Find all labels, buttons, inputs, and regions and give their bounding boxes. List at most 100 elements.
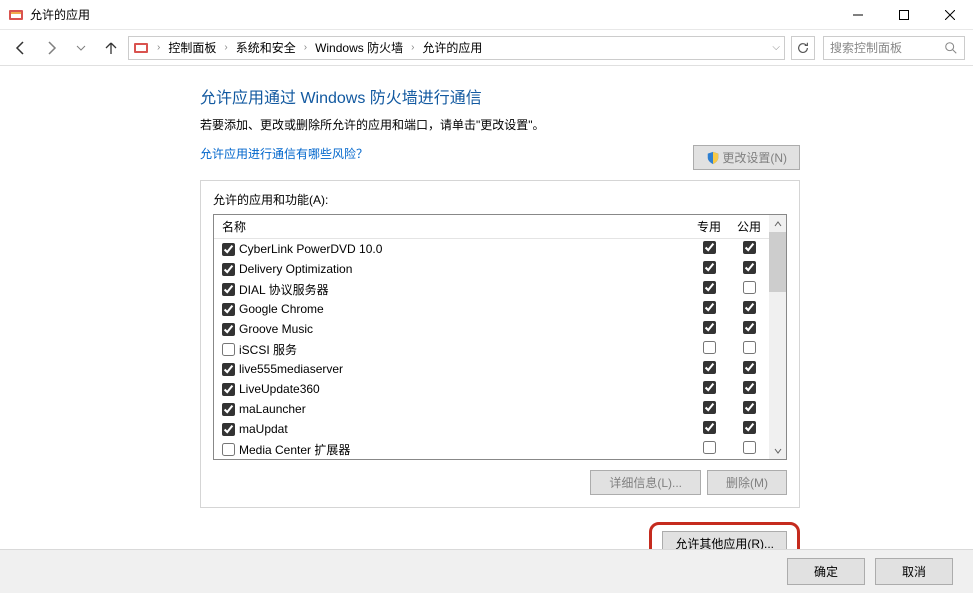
search-icon: [944, 41, 958, 55]
chevron-right-icon: ›: [411, 42, 414, 53]
column-public[interactable]: 公用: [729, 218, 769, 235]
app-name: LiveUpdate360: [239, 382, 320, 396]
app-name: Groove Music: [239, 322, 313, 336]
app-name: maUpdat: [239, 422, 288, 436]
scroll-thumb[interactable]: [769, 232, 786, 292]
app-public-checkbox[interactable]: [743, 341, 756, 354]
refresh-button[interactable]: [791, 36, 815, 60]
app-public-checkbox[interactable]: [743, 361, 756, 374]
up-button[interactable]: [98, 35, 124, 61]
app-private-checkbox[interactable]: [703, 341, 716, 354]
footer: 确定 取消: [0, 549, 973, 593]
app-enabled-checkbox[interactable]: [222, 283, 235, 296]
app-enabled-checkbox[interactable]: [222, 263, 235, 276]
app-enabled-checkbox[interactable]: [222, 343, 235, 356]
app-public-checkbox[interactable]: [743, 301, 756, 314]
app-private-checkbox[interactable]: [703, 421, 716, 434]
column-private[interactable]: 专用: [689, 218, 729, 235]
app-enabled-checkbox[interactable]: [222, 323, 235, 336]
app-enabled-checkbox[interactable]: [222, 243, 235, 256]
app-public-checkbox[interactable]: [743, 421, 756, 434]
app-private-checkbox[interactable]: [703, 361, 716, 374]
app-enabled-checkbox[interactable]: [222, 403, 235, 416]
ok-button[interactable]: 确定: [787, 558, 865, 585]
cancel-button[interactable]: 取消: [875, 558, 953, 585]
table-row[interactable]: Google Chrome: [214, 299, 769, 319]
remove-button[interactable]: 删除(M): [707, 470, 787, 495]
scroll-down-button[interactable]: [769, 442, 786, 459]
forward-button[interactable]: [38, 35, 64, 61]
table-row[interactable]: live555mediaserver: [214, 359, 769, 379]
maximize-button[interactable]: [881, 0, 927, 30]
column-name[interactable]: 名称: [214, 218, 689, 235]
table-row[interactable]: DIAL 协议服务器: [214, 279, 769, 299]
scroll-track[interactable]: [769, 232, 786, 442]
table-row[interactable]: Groove Music: [214, 319, 769, 339]
table-row[interactable]: Delivery Optimization: [214, 259, 769, 279]
table-row[interactable]: CyberLink PowerDVD 10.0: [214, 239, 769, 259]
chevron-right-icon: ›: [304, 42, 307, 53]
chevron-right-icon: ›: [157, 42, 160, 53]
close-button[interactable]: [927, 0, 973, 30]
recent-dropdown-icon[interactable]: [68, 35, 94, 61]
table-row[interactable]: maUpdat: [214, 419, 769, 439]
app-private-checkbox[interactable]: [703, 281, 716, 294]
search-input[interactable]: 搜索控制面板: [823, 36, 965, 60]
allowed-apps-group: 允许的应用和功能(A): 名称 专用 公用 CyberLink PowerDVD…: [200, 180, 800, 508]
app-private-checkbox[interactable]: [703, 321, 716, 334]
chevron-right-icon: ›: [224, 42, 227, 53]
app-public-checkbox[interactable]: [743, 261, 756, 274]
table-row[interactable]: Media Center 扩展器: [214, 439, 769, 459]
app-private-checkbox[interactable]: [703, 441, 716, 454]
details-button[interactable]: 详细信息(L)...: [590, 470, 701, 495]
shield-icon: [706, 151, 720, 165]
app-public-checkbox[interactable]: [743, 241, 756, 254]
app-name: maLauncher: [239, 402, 306, 416]
app-public-checkbox[interactable]: [743, 381, 756, 394]
titlebar: 允许的应用: [0, 0, 973, 30]
app-enabled-checkbox[interactable]: [222, 443, 235, 456]
apps-list: 名称 专用 公用 CyberLink PowerDVD 10.0 Deliver…: [213, 214, 787, 460]
app-private-checkbox[interactable]: [703, 241, 716, 254]
folder-icon: [133, 40, 149, 56]
scrollbar[interactable]: [769, 215, 786, 459]
app-name: iSCSI 服务: [239, 341, 297, 358]
table-row[interactable]: iSCSI 服务: [214, 339, 769, 359]
app-enabled-checkbox[interactable]: [222, 383, 235, 396]
app-public-checkbox[interactable]: [743, 441, 756, 454]
scroll-up-button[interactable]: [769, 215, 786, 232]
app-private-checkbox[interactable]: [703, 261, 716, 274]
page-title: 允许应用通过 Windows 防火墙进行通信: [200, 84, 800, 108]
navbar: › 控制面板 › 系统和安全 › Windows 防火墙 › 允许的应用 ⌵ 搜…: [0, 30, 973, 66]
table-row[interactable]: maLauncher: [214, 399, 769, 419]
app-private-checkbox[interactable]: [703, 381, 716, 394]
breadcrumb-item[interactable]: 系统和安全: [236, 39, 296, 56]
address-dropdown-icon[interactable]: ⌵: [772, 42, 780, 53]
app-name: live555mediaserver: [239, 362, 343, 376]
app-public-checkbox[interactable]: [743, 281, 756, 294]
app-name: DIAL 协议服务器: [239, 281, 329, 298]
address-bar[interactable]: › 控制面板 › 系统和安全 › Windows 防火墙 › 允许的应用 ⌵: [128, 36, 785, 60]
window-title: 允许的应用: [30, 6, 835, 23]
app-public-checkbox[interactable]: [743, 321, 756, 334]
table-row[interactable]: LiveUpdate360: [214, 379, 769, 399]
change-settings-button[interactable]: 更改设置(N): [693, 145, 800, 170]
list-header: 名称 专用 公用: [214, 215, 769, 239]
breadcrumb-item[interactable]: 允许的应用: [422, 39, 482, 56]
page-description: 若要添加、更改或删除所允许的应用和端口，请单击"更改设置"。: [200, 116, 800, 133]
app-name: CyberLink PowerDVD 10.0: [239, 242, 382, 256]
app-enabled-checkbox[interactable]: [222, 423, 235, 436]
app-enabled-checkbox[interactable]: [222, 363, 235, 376]
app-name: Media Center 扩展器: [239, 441, 350, 458]
breadcrumb-item[interactable]: Windows 防火墙: [315, 39, 403, 56]
risk-link[interactable]: 允许应用进行通信有哪些风险？: [200, 145, 368, 162]
app-public-checkbox[interactable]: [743, 401, 756, 414]
breadcrumb-item[interactable]: 控制面板: [168, 39, 216, 56]
search-placeholder: 搜索控制面板: [830, 39, 944, 56]
app-enabled-checkbox[interactable]: [222, 303, 235, 316]
app-private-checkbox[interactable]: [703, 301, 716, 314]
minimize-button[interactable]: [835, 0, 881, 30]
app-private-checkbox[interactable]: [703, 401, 716, 414]
back-button[interactable]: [8, 35, 34, 61]
window-controls: [835, 0, 973, 30]
